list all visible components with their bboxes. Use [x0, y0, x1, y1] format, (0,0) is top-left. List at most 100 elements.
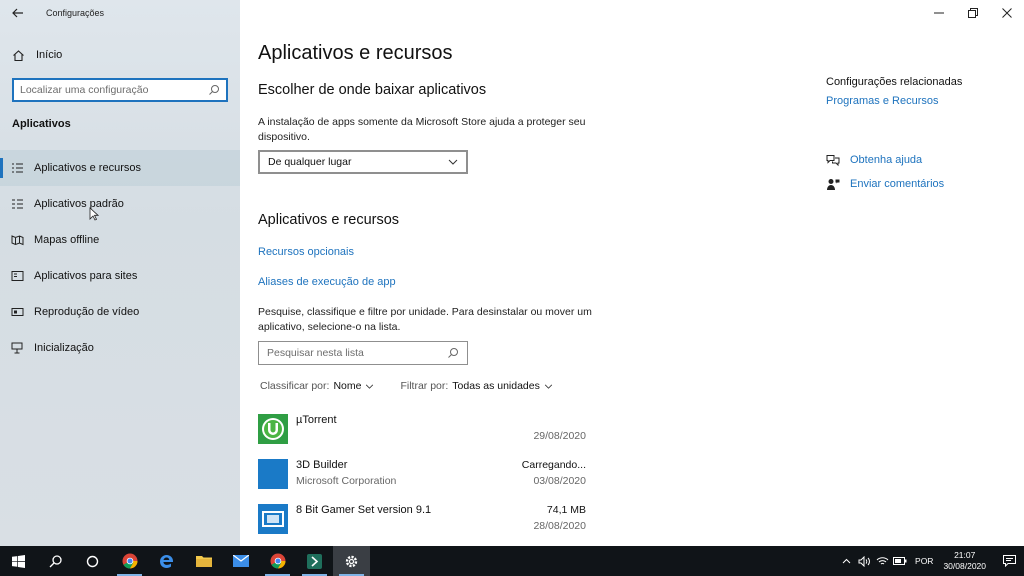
chevron-down-icon: [366, 384, 374, 389]
app-icon: [307, 553, 322, 569]
home-icon: [0, 49, 36, 62]
send-feedback-label: Enviar comentários: [850, 178, 945, 190]
map-icon: [0, 234, 34, 246]
sidebar-item-label: Aplicativos padrão: [34, 198, 124, 210]
wifi-icon[interactable]: [874, 546, 890, 576]
window-title: Configurações: [46, 8, 105, 18]
install-source-dropdown[interactable]: De qualquer lugar: [258, 150, 468, 174]
sidebar-item-video-playback[interactable]: Reprodução de vídeo: [0, 294, 240, 330]
edge-icon: [160, 554, 173, 568]
programs-features-link[interactable]: Programas e Recursos: [826, 95, 962, 107]
system-tray: POR 21:07 30/08/2020: [837, 546, 1024, 576]
sidebar-section-title: Aplicativos: [12, 118, 71, 130]
settings-search-input[interactable]: [20, 84, 208, 96]
sidebar-item-default-apps[interactable]: Aplicativos padrão: [0, 186, 240, 222]
send-feedback-link[interactable]: Enviar comentários: [826, 172, 944, 196]
filter-dropdown[interactable]: Filtrar por: Todas as unidades: [400, 380, 553, 392]
minimize-button[interactable]: [922, 0, 956, 26]
optional-features-link[interactable]: Recursos opcionais: [258, 246, 354, 258]
search-icon[interactable]: [208, 84, 220, 96]
default-apps-icon: [0, 198, 34, 210]
apps-list-description: Pesquise, classifique e filtre por unida…: [258, 306, 592, 333]
taskbar-app-settings[interactable]: [333, 546, 370, 576]
clock-date: 30/08/2020: [943, 561, 986, 571]
back-button[interactable]: [0, 0, 36, 26]
settings-search-box[interactable]: [12, 78, 228, 102]
windows-start-icon: [12, 554, 25, 568]
clock-time: 21:07: [954, 550, 976, 560]
sidebar-item-label: Mapas offline: [34, 234, 100, 246]
taskbar-app-chrome-2[interactable]: [259, 546, 296, 576]
apps-list-search-box[interactable]: [258, 341, 468, 365]
apps-list-icon: [0, 162, 34, 174]
sort-dropdown[interactable]: Classificar por: Nome: [260, 380, 374, 392]
sidebar-item-startup[interactable]: Inicialização: [0, 330, 240, 366]
chevron-down-icon: [544, 384, 553, 389]
taskbar-app-generic[interactable]: [296, 546, 333, 576]
mouse-cursor-icon: [89, 207, 99, 221]
apps-list-search-input[interactable]: [267, 347, 447, 359]
video-icon: [0, 306, 34, 318]
taskbar-app-edge[interactable]: [148, 546, 185, 576]
web-apps-icon: [0, 270, 34, 282]
minimize-icon: [934, 12, 944, 14]
sort-value: Nome: [333, 380, 362, 392]
app-list-item[interactable]: 8 Bit Gamer Set version 9.1 74,1 MB 28/0…: [258, 504, 588, 544]
get-help-link[interactable]: Obtenha ajuda: [826, 148, 944, 172]
startup-icon: [0, 342, 34, 354]
filter-value: Todas as unidades: [452, 380, 540, 392]
app-execution-aliases-link[interactable]: Aliases de execução de app: [258, 276, 396, 288]
file-explorer-icon: [195, 556, 212, 567]
app-publisher: Microsoft Corporation: [296, 475, 397, 487]
start-button[interactable]: [0, 546, 37, 576]
app-size: 74,1 MB: [546, 504, 586, 516]
notification-icon: [1002, 555, 1016, 567]
home-label: Início: [36, 49, 63, 61]
app-size: Carregando...: [521, 459, 586, 471]
feedback-icon: [826, 178, 850, 191]
get-help-label: Obtenha ajuda: [850, 154, 923, 166]
app-name: 3D Builder: [296, 459, 348, 471]
language-indicator[interactable]: POR: [915, 556, 933, 566]
taskbar-search-button[interactable]: [37, 546, 74, 576]
close-button[interactable]: [990, 0, 1024, 26]
settings-sidebar: Configurações Início Aplicativos Aplicat…: [0, 0, 240, 546]
help-section: Obtenha ajuda Enviar comentários: [826, 148, 944, 196]
battery-icon[interactable]: [892, 546, 908, 576]
volume-icon[interactable]: [856, 546, 872, 576]
cortana-icon: [86, 555, 99, 567]
taskbar-app-chrome[interactable]: [111, 546, 148, 576]
settings-icon: [345, 555, 358, 567]
sidebar-item-offline-maps[interactable]: Mapas offline: [0, 222, 240, 258]
sidebar-item-home[interactable]: Início: [0, 42, 240, 68]
8bit-gamer-icon: [258, 504, 288, 534]
taskbar-app-file-explorer[interactable]: [185, 546, 222, 576]
taskbar-clock[interactable]: 21:07 30/08/2020: [943, 550, 986, 572]
cortana-button[interactable]: [74, 546, 111, 576]
utorrent-icon: [258, 414, 288, 444]
apps-features-heading: Aplicativos e recursos: [258, 212, 400, 228]
sidebar-item-apps-features[interactable]: Aplicativos e recursos: [0, 150, 240, 186]
taskbar-app-mail[interactable]: [222, 546, 259, 576]
app-list-item[interactable]: 3D Builder Microsoft Corporation Carrega…: [258, 459, 588, 499]
restore-button[interactable]: [956, 0, 990, 26]
app-install-date: 03/08/2020: [533, 475, 586, 487]
search-icon[interactable]: [447, 347, 459, 359]
chrome-icon: [270, 553, 285, 569]
taskbar: POR 21:07 30/08/2020: [0, 546, 1024, 576]
chevron-down-icon: [448, 159, 458, 165]
action-center-button[interactable]: [994, 546, 1024, 576]
install-source-description: A instalação de apps somente da Microsof…: [258, 116, 586, 143]
sidebar-item-web-apps[interactable]: Aplicativos para sites: [0, 258, 240, 294]
arrow-left-icon: [12, 8, 23, 18]
app-list-item[interactable]: µTorrent 29/08/2020: [258, 414, 588, 454]
install-source-heading: Escolher de onde baixar aplicativos: [258, 82, 487, 98]
sort-label: Classificar por:: [260, 380, 330, 392]
filter-label: Filtrar por:: [400, 380, 449, 392]
main-content: Aplicativos e recursos Escolher de onde …: [240, 0, 1024, 546]
mail-icon: [232, 555, 249, 567]
app-install-date: 28/08/2020: [533, 520, 586, 532]
chevron-up-icon[interactable]: [838, 546, 854, 576]
chrome-icon: [122, 553, 137, 569]
sidebar-nav-list: Aplicativos e recursos Aplicativos padrã…: [0, 150, 240, 366]
